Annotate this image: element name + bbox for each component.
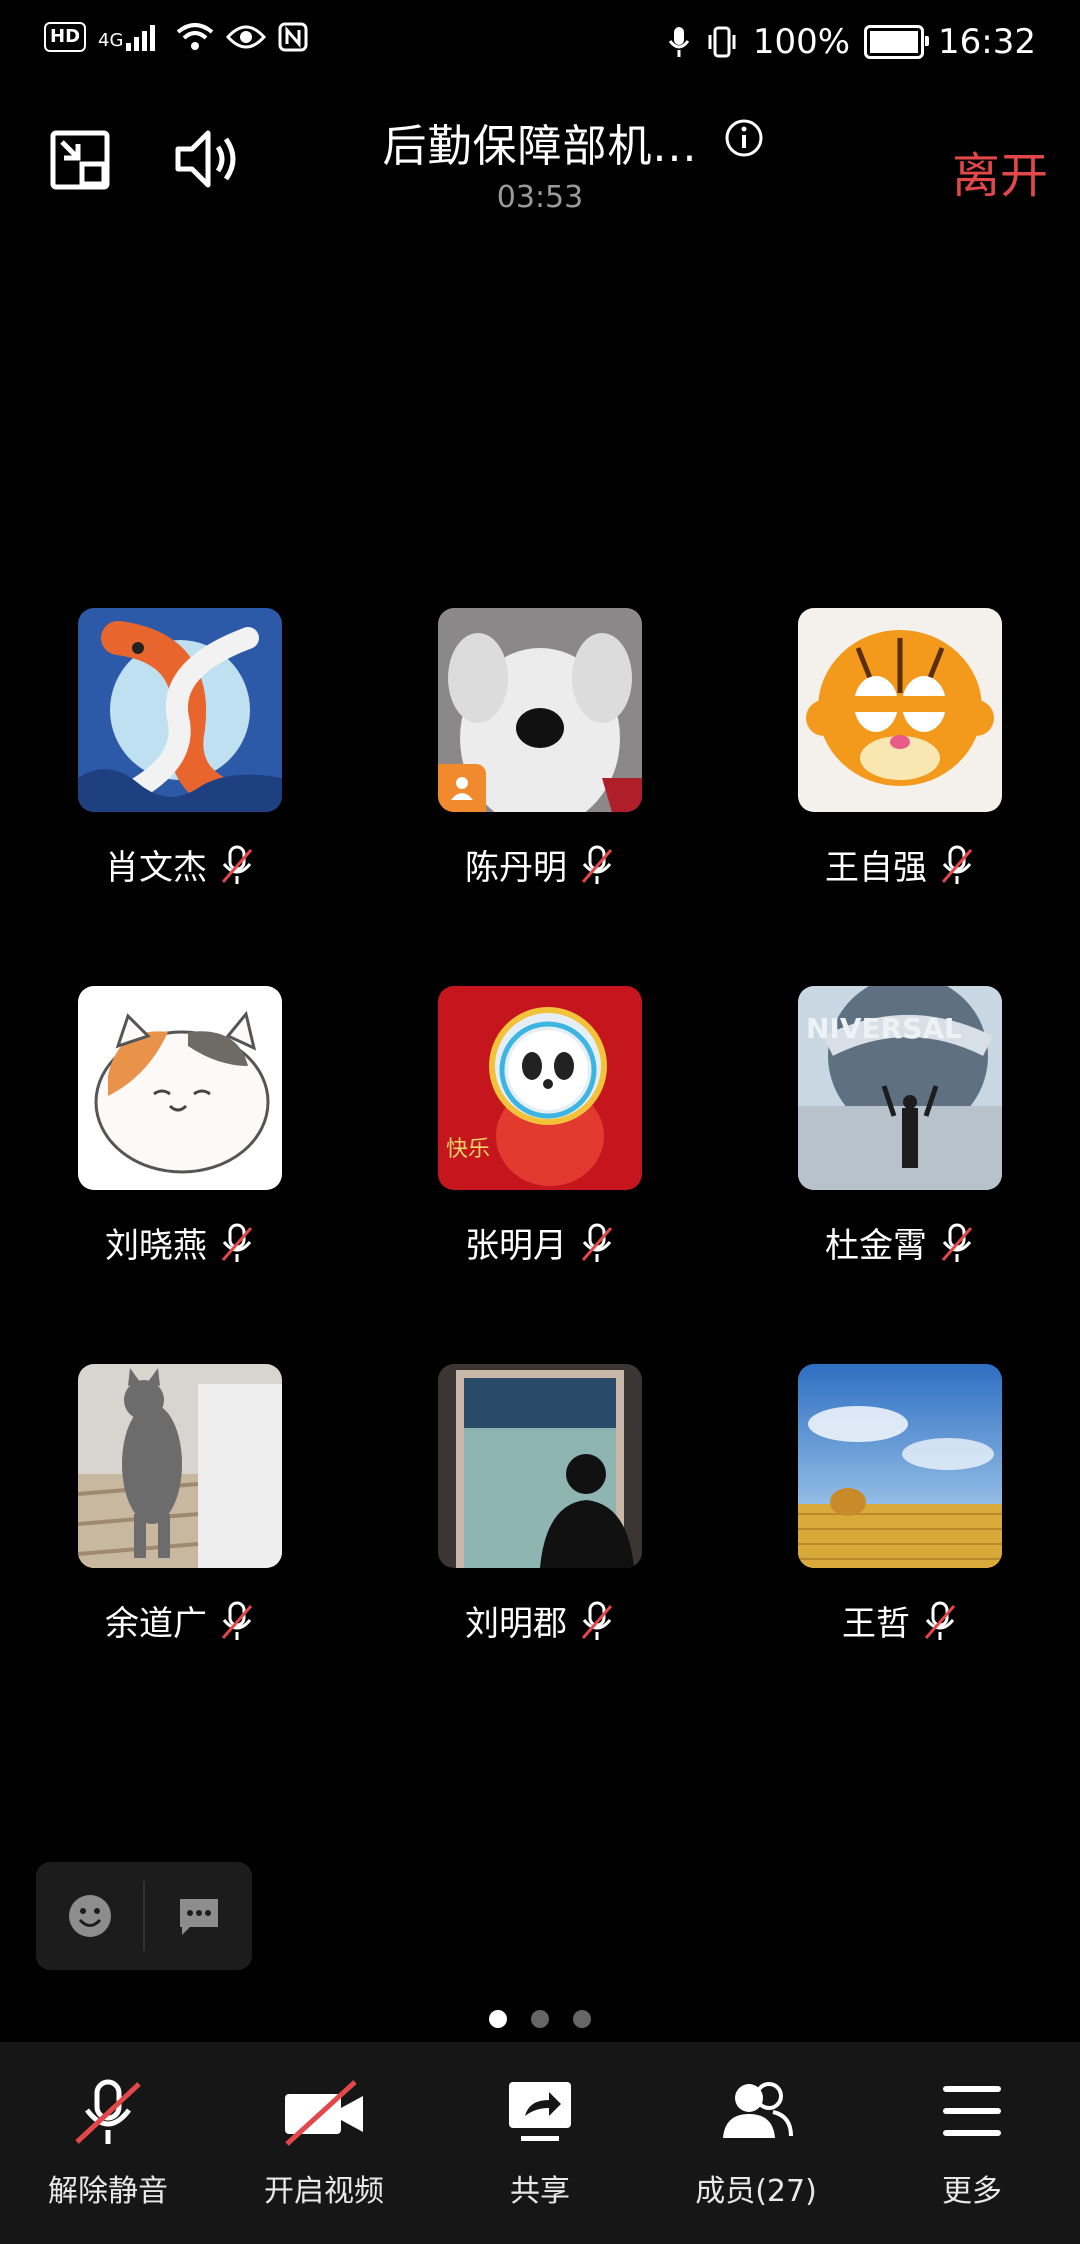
grey-cat-image xyxy=(78,1364,282,1568)
participant-name: 刘晓燕 xyxy=(105,1226,207,1266)
battery-icon xyxy=(864,25,930,59)
chat-button[interactable] xyxy=(145,1895,252,1937)
participant-name: 杜金霄 xyxy=(825,1226,927,1266)
eye-icon xyxy=(226,25,267,49)
participant-tile[interactable]: 快乐 张明月 xyxy=(438,986,642,1267)
clock: 16:32 xyxy=(938,22,1036,62)
emoji-icon xyxy=(68,1895,111,1937)
mic-muted-icon xyxy=(75,2079,141,2144)
speaker-button[interactable] xyxy=(172,124,242,194)
members-label: 成员(27) xyxy=(695,2174,817,2209)
meeting-header: 后勤保障部机... 03:53 离开 xyxy=(0,110,1080,220)
meeting-title: 后勤保障部机... xyxy=(382,121,698,172)
start-video-button[interactable]: 开启视频 xyxy=(216,2042,432,2244)
participant-name: 肖文杰 xyxy=(105,848,207,888)
mic-muted-icon xyxy=(221,845,253,884)
svg-text:NIVERSAL: NIVERSAL xyxy=(806,1012,962,1045)
participant-name: 王自强 xyxy=(825,848,927,888)
page-dot[interactable] xyxy=(531,2010,549,2028)
wheat-field-sky-image xyxy=(798,1364,1002,1568)
person-at-window-image xyxy=(438,1364,642,1568)
mic-muted-icon xyxy=(581,1601,613,1640)
share-button[interactable]: 共享 xyxy=(432,2042,648,2244)
video-off-icon xyxy=(285,2080,363,2146)
minimize-window-icon xyxy=(50,130,110,190)
host-badge xyxy=(438,764,486,812)
speaker-icon xyxy=(175,130,236,188)
meeting-info-button[interactable] xyxy=(722,116,766,160)
avatar xyxy=(78,608,282,812)
avatar xyxy=(798,608,1002,812)
meeting-timer: 03:53 xyxy=(496,180,584,215)
emoji-button[interactable] xyxy=(36,1893,143,1939)
participant-tile[interactable]: 余道广 xyxy=(78,1364,282,1645)
avatar xyxy=(78,986,282,1190)
page-dot-active[interactable] xyxy=(489,2010,507,2028)
participant-name: 王哲 xyxy=(842,1604,910,1644)
participant-name: 刘明郡 xyxy=(465,1604,567,1644)
universal-globe-image: NIVERSAL xyxy=(798,986,1002,1190)
participant-tile[interactable]: 陈丹明 xyxy=(438,608,642,889)
avatar: 快乐 xyxy=(438,986,642,1190)
more-label: 更多 xyxy=(942,2174,1002,2209)
avatar xyxy=(438,1364,642,1568)
panda-mascot-image: 快乐 xyxy=(438,986,642,1190)
participant-tile[interactable]: NIVERSAL 杜金霄 xyxy=(798,986,1002,1267)
svg-text:快乐: 快乐 xyxy=(446,1137,490,1162)
host-icon xyxy=(451,777,473,800)
more-button[interactable]: 更多 xyxy=(864,2042,1080,2244)
avatar: NIVERSAL xyxy=(798,986,1002,1190)
leave-button[interactable]: 离开 xyxy=(952,136,1048,206)
avatar xyxy=(798,1364,1002,1568)
mic-muted-icon xyxy=(941,1223,973,1262)
mic-muted-icon xyxy=(924,1601,956,1640)
mic-muted-icon xyxy=(221,1223,253,1262)
mic-muted-icon xyxy=(221,1601,253,1640)
status-bar: HD 4G 100% 16:32 xyxy=(0,0,1080,88)
participant-tile[interactable]: 刘明郡 xyxy=(438,1364,642,1645)
chat-bubble-icon xyxy=(179,1899,218,1935)
battery-percent: 100% xyxy=(752,22,851,62)
mic-muted-icon xyxy=(581,1223,613,1262)
start-video-label: 开启视频 xyxy=(264,2174,384,2209)
unmute-label: 解除静音 xyxy=(48,2174,168,2209)
members-button[interactable]: 成员(27) xyxy=(648,2042,864,2244)
reaction-chat-panel xyxy=(36,1862,252,1970)
vibrate-icon xyxy=(708,26,736,58)
page-indicator xyxy=(0,2010,1080,2028)
signal-icon: 4G xyxy=(98,23,164,51)
hd-badge: HD xyxy=(44,22,87,52)
minimize-window-button[interactable] xyxy=(48,128,112,192)
info-icon xyxy=(725,119,763,157)
avatar xyxy=(78,1364,282,1568)
menu-icon xyxy=(943,2086,1001,2136)
network-type: 4G xyxy=(98,30,124,51)
garfield-image xyxy=(798,608,1002,812)
participant-name: 张明月 xyxy=(465,1226,567,1266)
cartoon-cat-image xyxy=(78,986,282,1190)
mic-muted-icon xyxy=(941,845,973,884)
meeting-title-area[interactable]: 后勤保障部机... 03:53 xyxy=(350,110,730,215)
koi-fish-art-image xyxy=(78,608,282,812)
wifi-icon xyxy=(177,23,214,50)
participant-name: 陈丹明 xyxy=(465,848,567,888)
participant-tile[interactable]: 肖文杰 xyxy=(78,608,282,889)
share-screen-icon xyxy=(509,2082,571,2141)
participant-name: 余道广 xyxy=(105,1604,207,1644)
participant-tile[interactable]: 王自强 xyxy=(798,608,1002,889)
mic-muted-icon xyxy=(581,845,613,884)
page-dot[interactable] xyxy=(573,2010,591,2028)
participant-tile[interactable]: 刘晓燕 xyxy=(78,986,282,1267)
unmute-button[interactable]: 解除静音 xyxy=(0,2042,216,2244)
avatar xyxy=(438,608,642,812)
members-icon xyxy=(723,2082,793,2138)
meeting-toolbar: 解除静音 开启视频 共享 成员(27) 更多 xyxy=(0,2042,1080,2244)
participant-tile[interactable]: 王哲 xyxy=(798,1364,1002,1645)
nfc-icon xyxy=(278,22,308,52)
microphone-icon xyxy=(668,27,690,57)
share-label: 共享 xyxy=(510,2174,570,2209)
